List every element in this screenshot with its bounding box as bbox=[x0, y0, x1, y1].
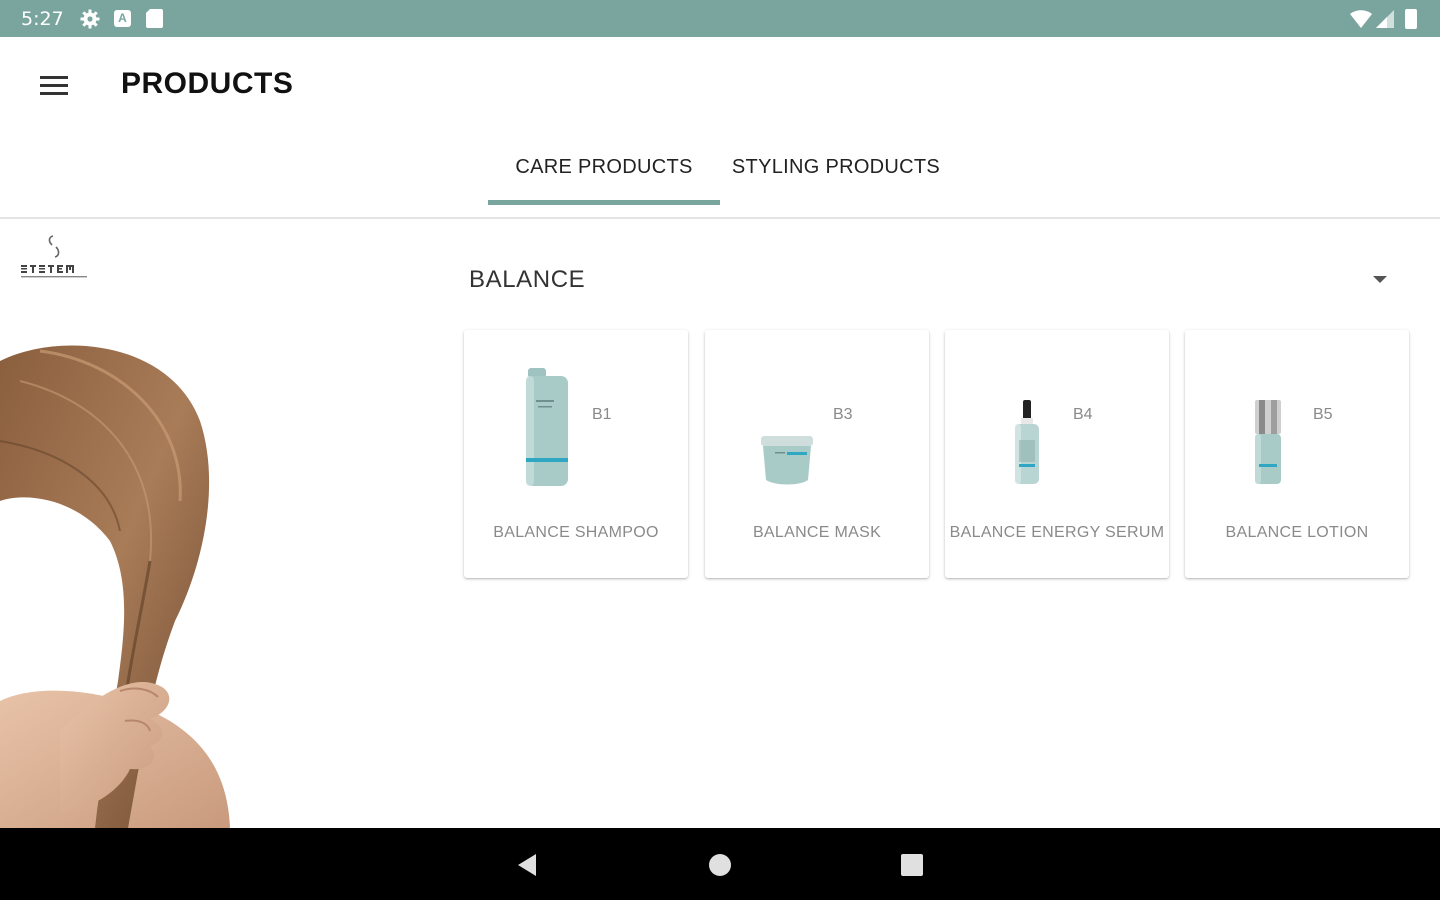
home-icon[interactable] bbox=[707, 852, 733, 878]
brand-logo bbox=[21, 235, 87, 278]
page-title: PRODUCTS bbox=[121, 67, 294, 100]
category-label: BALANCE bbox=[469, 266, 586, 293]
shampoo-bottle-image bbox=[526, 368, 568, 486]
left-panel bbox=[0, 221, 440, 828]
status-time: 5:27 bbox=[21, 8, 64, 30]
hair-model-image bbox=[0, 345, 230, 828]
tab-styling-products[interactable]: STYLING PRODUCTS bbox=[720, 156, 952, 206]
product-card-b4[interactable]: B4 BALANCE ENERGY SERUM bbox=[945, 330, 1169, 578]
back-icon[interactable] bbox=[514, 852, 540, 878]
gear-icon bbox=[80, 9, 100, 29]
tab-indicator bbox=[488, 200, 720, 205]
product-name: BALANCE LOTION bbox=[1225, 524, 1369, 541]
product-card-b1[interactable]: B1 BALANCE SHAMPOO bbox=[464, 330, 688, 578]
recents-icon[interactable] bbox=[899, 852, 925, 878]
hamburger-menu-icon[interactable] bbox=[30, 65, 78, 105]
product-grid: B1 BALANCE SHAMPOO B3 BALANCE MASK B4 BA… bbox=[464, 330, 1414, 580]
mask-jar-image bbox=[761, 436, 813, 485]
battery-icon bbox=[1405, 9, 1417, 29]
product-code: B1 bbox=[592, 406, 612, 423]
product-code: B3 bbox=[833, 406, 853, 423]
product-card-b5[interactable]: B5 BALANCE LOTION bbox=[1185, 330, 1409, 578]
sd-card-icon bbox=[146, 9, 163, 28]
tab-care-products[interactable]: CARE PRODUCTS bbox=[488, 156, 720, 206]
dropdown-arrow-icon bbox=[1373, 276, 1387, 283]
product-name: BALANCE SHAMPOO bbox=[493, 524, 659, 541]
product-code: B5 bbox=[1313, 406, 1333, 423]
a-icon: A bbox=[114, 10, 131, 27]
product-card-b3[interactable]: B3 BALANCE MASK bbox=[705, 330, 929, 578]
signal-icon bbox=[1376, 10, 1394, 28]
lotion-pump-image bbox=[1255, 400, 1281, 484]
product-code: B4 bbox=[1073, 406, 1093, 423]
product-name: BALANCE ENERGY SERUM bbox=[949, 524, 1165, 541]
category-dropdown[interactable]: BALANCE bbox=[469, 262, 1399, 302]
tab-bar: CARE PRODUCTS STYLING PRODUCTS bbox=[0, 130, 1440, 219]
app-bar: PRODUCTS bbox=[0, 37, 1440, 130]
serum-dropper-image bbox=[1015, 400, 1039, 484]
wifi-icon bbox=[1350, 10, 1372, 28]
product-name: BALANCE MASK bbox=[752, 524, 882, 541]
nav-bar bbox=[0, 828, 1440, 900]
screen: 5:27 A PRODUCTS CARE PRODUCTS STYLING PR… bbox=[0, 0, 1440, 900]
status-bar: 5:27 A bbox=[0, 0, 1440, 37]
